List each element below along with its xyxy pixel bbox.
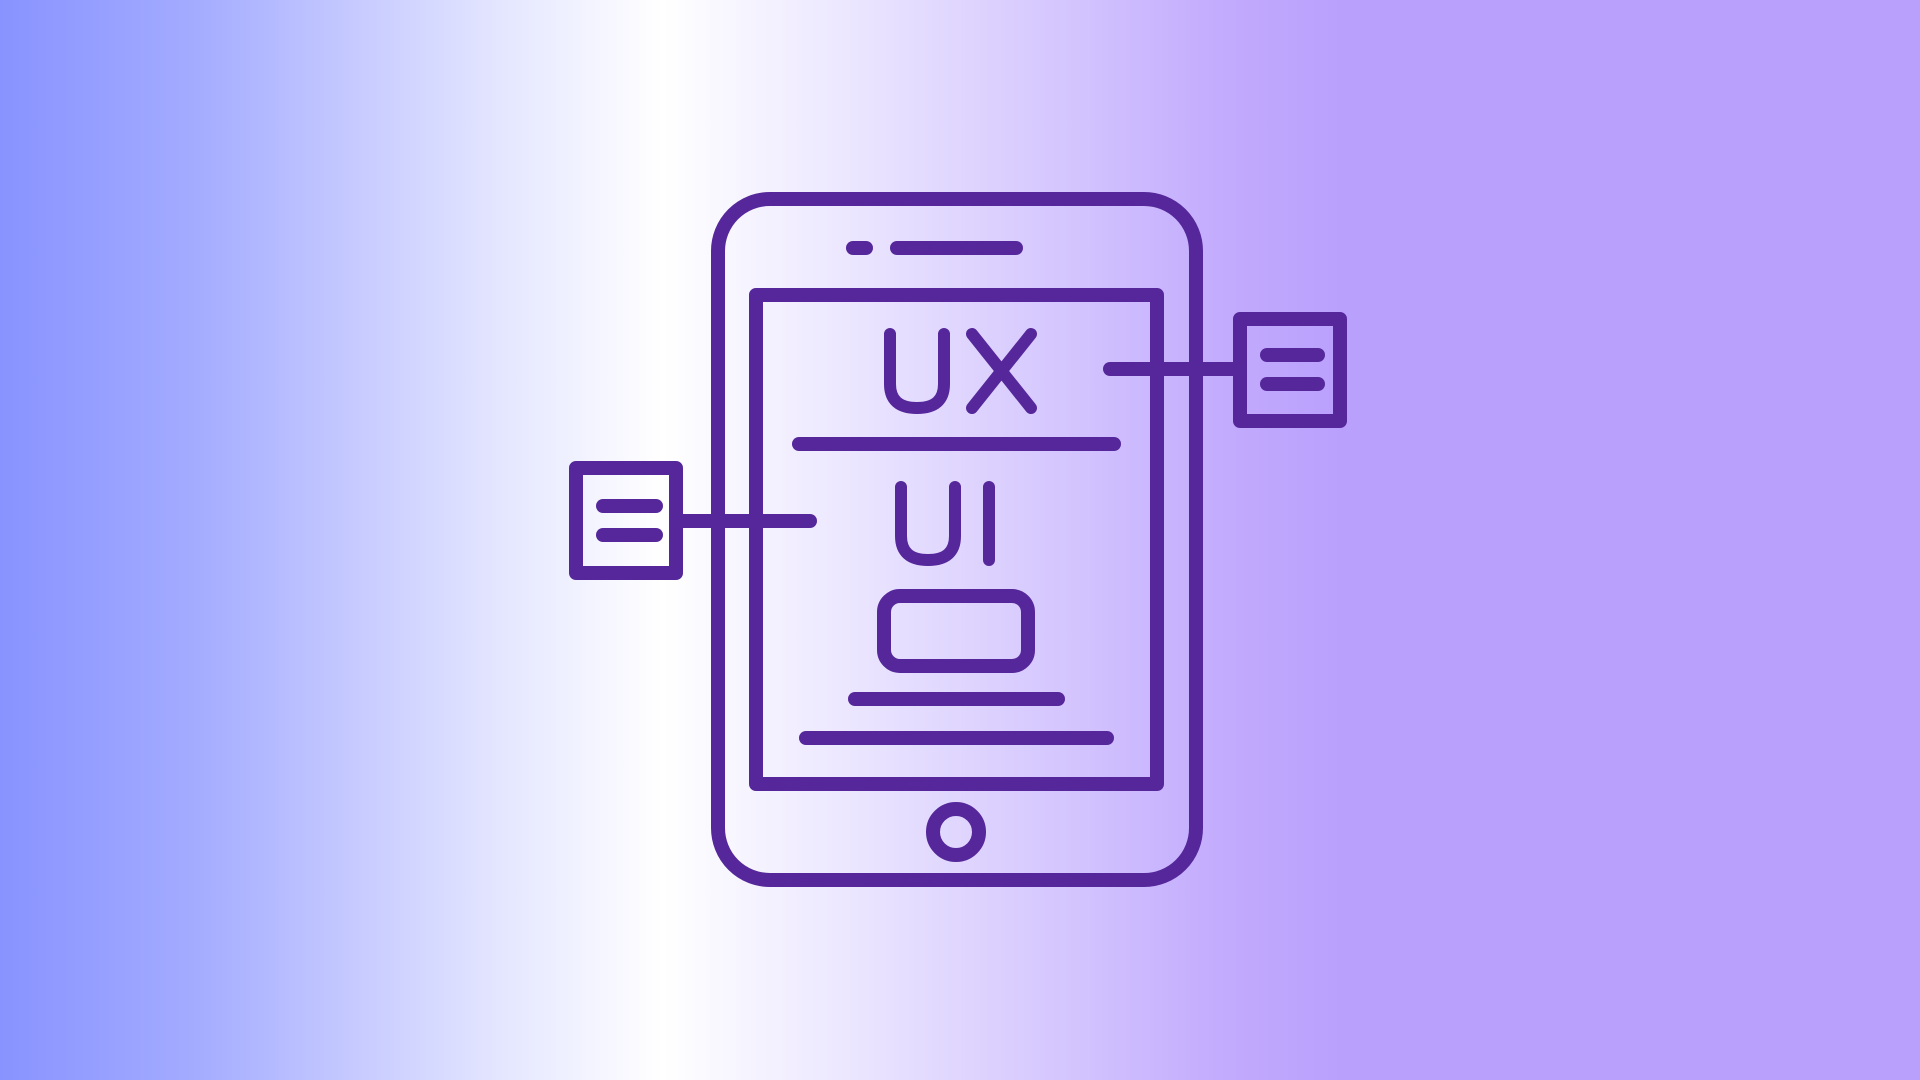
ux-ui-tablet-illustration xyxy=(569,192,1347,887)
note-icon-right xyxy=(1233,312,1347,428)
ui-text-icon xyxy=(895,481,995,566)
tablet-icon xyxy=(569,192,1347,887)
ux-text-icon xyxy=(884,328,1037,414)
home-button-icon xyxy=(926,802,986,862)
note-icon-left xyxy=(569,461,683,580)
button-icon xyxy=(877,589,1035,673)
background-canvas xyxy=(0,0,1920,1080)
